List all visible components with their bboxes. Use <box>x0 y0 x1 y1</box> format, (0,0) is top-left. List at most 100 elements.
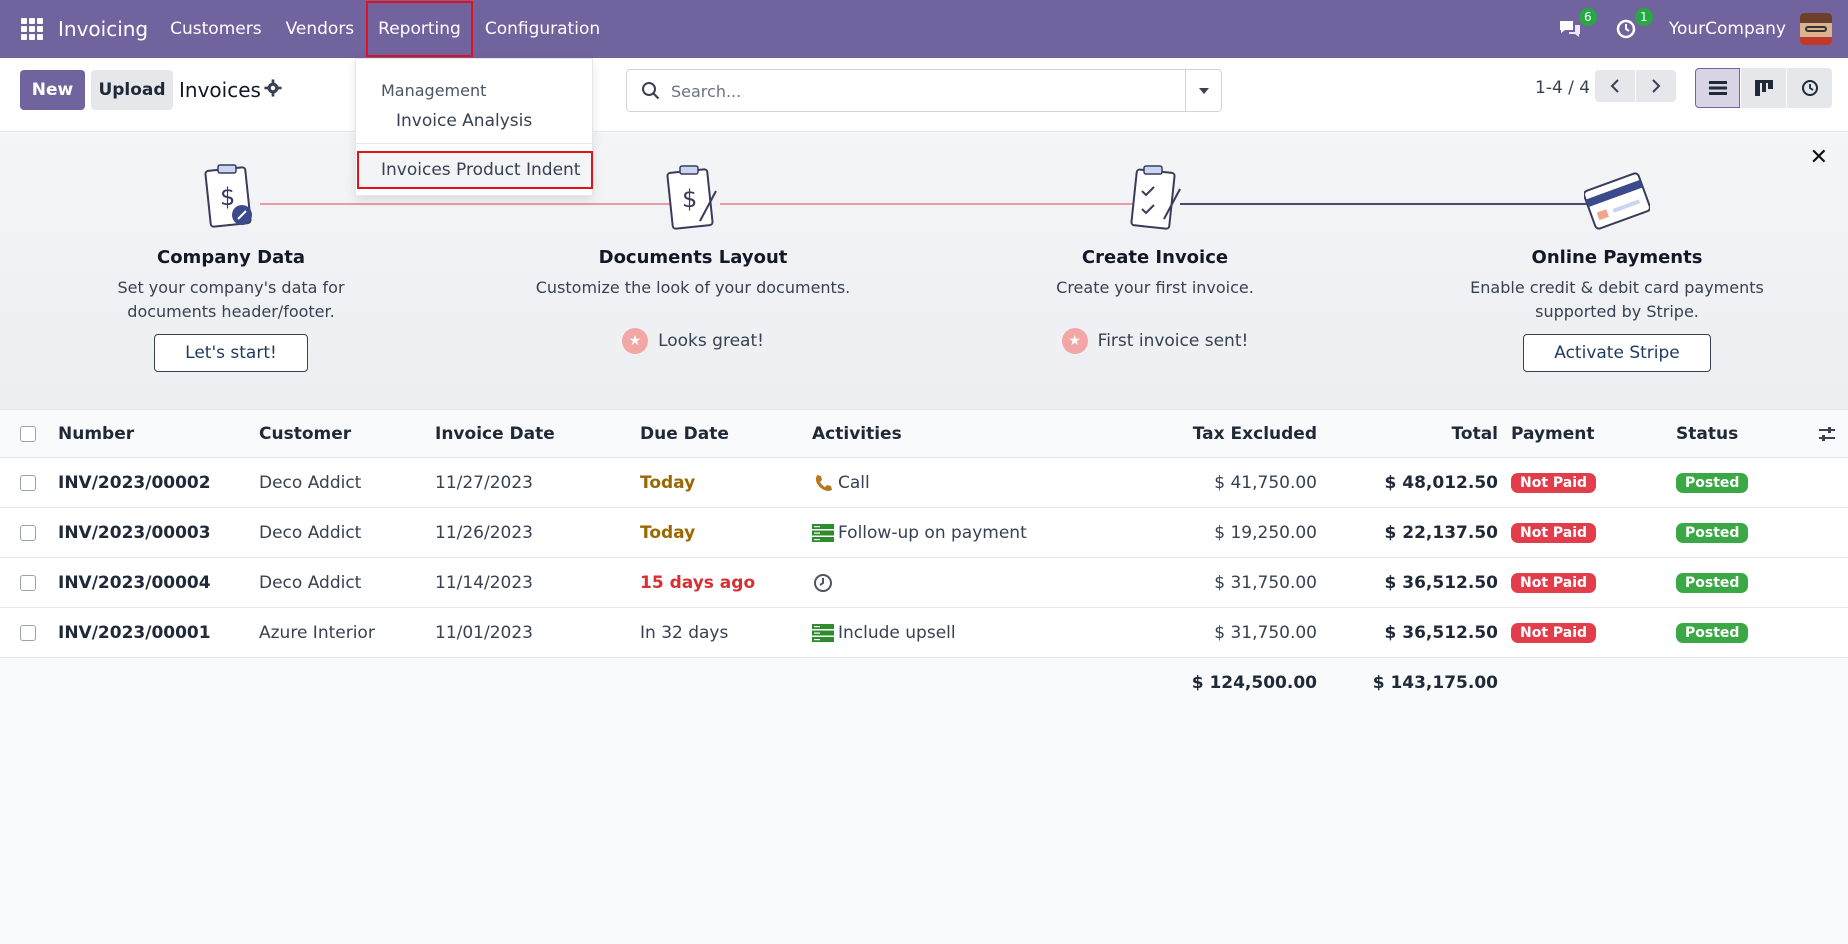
activity-cell[interactable]: Follow-up on payment <box>812 508 1027 557</box>
page-title: Invoices <box>179 78 261 102</box>
payment-status-badge: Not Paid <box>1511 572 1597 593</box>
onboarding-step-online-payments: Online Payments Enable credit & debit ca… <box>1417 133 1817 372</box>
table-row[interactable]: INV/2023/00002 Deco Addict 11/27/2023 To… <box>0 458 1848 508</box>
activity-cell[interactable] <box>812 558 838 607</box>
activity-cell[interactable]: Include upsell <box>812 608 956 657</box>
activities-badge: 1 <box>1634 8 1653 26</box>
invoice-date: 11/26/2023 <box>435 522 533 543</box>
menu-configuration[interactable]: Configuration <box>473 1 612 57</box>
activity-view-button[interactable] <box>1787 68 1832 108</box>
table-row[interactable]: INV/2023/00004 Deco Addict 11/14/2023 15… <box>0 558 1848 608</box>
step-description: Set your company's data for documents he… <box>117 278 345 321</box>
column-customer[interactable]: Customer <box>259 410 351 457</box>
list-lines-icon <box>812 523 834 543</box>
step-complete-text: First invoice sent! <box>1097 331 1249 351</box>
onboarding-step-create-invoice: Create Invoice Create your first invoice… <box>955 133 1355 354</box>
status-badge: Posted <box>1676 572 1749 593</box>
invoice-date: 11/01/2023 <box>435 622 533 643</box>
payment-cell: Not Paid <box>1511 458 1597 507</box>
row-checkbox[interactable] <box>20 524 36 541</box>
invoice-customer: Azure Interior <box>259 622 375 643</box>
invoice-due-date: Today <box>640 472 696 493</box>
column-status[interactable]: Status <box>1676 410 1738 457</box>
gear-icon[interactable] <box>264 79 282 97</box>
company-switcher[interactable]: YourCompany <box>1669 19 1786 39</box>
control-panel: New Upload Invoices 1-4 / 4 <box>0 58 1848 132</box>
column-activities[interactable]: Activities <box>812 410 902 457</box>
app-brand[interactable]: Invoicing <box>58 17 148 41</box>
pager-next-button[interactable] <box>1636 70 1676 102</box>
clipboard-checklist-icon <box>1122 161 1188 241</box>
list-view-button[interactable] <box>1695 68 1740 108</box>
table-row[interactable]: INV/2023/00001 Azure Interior 11/01/2023… <box>0 608 1848 658</box>
invoice-date: 11/14/2023 <box>435 572 533 593</box>
row-checkbox[interactable] <box>20 474 36 491</box>
invoice-tax-excluded: $ 19,250.00 <box>1214 522 1317 543</box>
dropdown-section-header: Management <box>381 81 487 100</box>
chevron-left-icon <box>1610 79 1619 93</box>
invoice-tax-excluded: $ 31,750.00 <box>1214 622 1317 643</box>
credit-card-icon <box>1583 161 1651 241</box>
status-badge: Posted <box>1676 522 1749 543</box>
pager-previous-button[interactable] <box>1595 70 1635 102</box>
table-totals-row: $ 124,500.00 $ 143,175.00 <box>0 658 1848 708</box>
menu-reporting[interactable]: Reporting <box>366 1 473 57</box>
column-total[interactable]: Total <box>1452 410 1498 457</box>
search-options-toggle[interactable] <box>1185 70 1221 111</box>
invoice-due-date: 15 days ago <box>640 572 756 593</box>
row-checkbox[interactable] <box>20 624 36 641</box>
step-title: Company Data <box>156 247 306 268</box>
invoice-customer: Deco Addict <box>259 572 362 593</box>
lets-start-button[interactable]: Let's start! <box>154 334 308 372</box>
invoice-tax-excluded: $ 41,750.00 <box>1214 472 1317 493</box>
payment-status-badge: Not Paid <box>1511 622 1597 643</box>
invoice-number: INV/2023/00003 <box>58 522 211 543</box>
invoice-tax-excluded: $ 31,750.00 <box>1214 572 1317 593</box>
search-bar <box>626 69 1222 112</box>
column-due-date[interactable]: Due Date <box>640 410 729 457</box>
messages-button[interactable]: 6 <box>1557 8 1597 42</box>
select-all-checkbox[interactable] <box>20 425 36 442</box>
menu-customers[interactable]: Customers <box>158 1 273 57</box>
activity-cell[interactable]: Call <box>812 458 870 507</box>
column-number[interactable]: Number <box>58 410 134 457</box>
list-view-icon <box>1708 81 1727 95</box>
invoices-table: Number Customer Invoice Date Due Date Ac… <box>0 410 1848 708</box>
activities-button[interactable]: 1 <box>1613 8 1653 42</box>
upload-button[interactable]: Upload <box>91 70 173 110</box>
onboarding-banner: ✕ $ Company Data Set your company's data… <box>0 133 1848 410</box>
clock-icon <box>1616 19 1636 39</box>
row-checkbox[interactable] <box>20 574 36 591</box>
activity-label: Include upsell <box>838 622 956 643</box>
top-navbar: Invoicing Customers Vendors Reporting Co… <box>0 0 1848 58</box>
payment-status-badge: Not Paid <box>1511 472 1597 493</box>
sliders-icon <box>1819 426 1835 441</box>
new-button[interactable]: New <box>20 70 85 110</box>
apps-grid-icon[interactable] <box>21 18 43 40</box>
kanban-view-button[interactable] <box>1741 68 1786 108</box>
column-invoice-date[interactable]: Invoice Date <box>435 410 555 457</box>
star-icon: ★ <box>622 328 649 354</box>
status-badge: Posted <box>1676 622 1749 643</box>
invoice-customer: Deco Addict <box>259 472 362 493</box>
table-header: Number Customer Invoice Date Due Date Ac… <box>0 410 1848 458</box>
column-tax-excluded[interactable]: Tax Excluded <box>1193 410 1317 457</box>
menu-item-invoices-product-indent[interactable]: Invoices Product Indent <box>357 151 593 189</box>
chevron-right-icon <box>1652 79 1661 93</box>
activate-stripe-button[interactable]: Activate Stripe <box>1523 334 1711 372</box>
menu-item-invoice-analysis[interactable]: Invoice Analysis <box>396 111 532 131</box>
step-complete-text: Looks great! <box>658 331 764 351</box>
pager-value[interactable]: 1-4 / 4 <box>1535 78 1590 98</box>
search-input[interactable] <box>671 78 1151 104</box>
step-description: Customize the look of your documents. <box>535 278 851 297</box>
user-avatar[interactable] <box>1800 13 1832 45</box>
list-lines-icon <box>812 623 834 643</box>
optional-columns-toggle[interactable] <box>1818 410 1836 457</box>
chat-bubbles-icon <box>1559 21 1580 37</box>
invoice-number: INV/2023/00002 <box>58 472 211 493</box>
table-row[interactable]: INV/2023/00003 Deco Addict 11/26/2023 To… <box>0 508 1848 558</box>
invoice-number: INV/2023/00004 <box>58 572 211 593</box>
column-payment[interactable]: Payment <box>1511 410 1595 457</box>
menu-vendors[interactable]: Vendors <box>274 1 367 57</box>
clipboard-pen-icon: $ <box>660 161 726 241</box>
